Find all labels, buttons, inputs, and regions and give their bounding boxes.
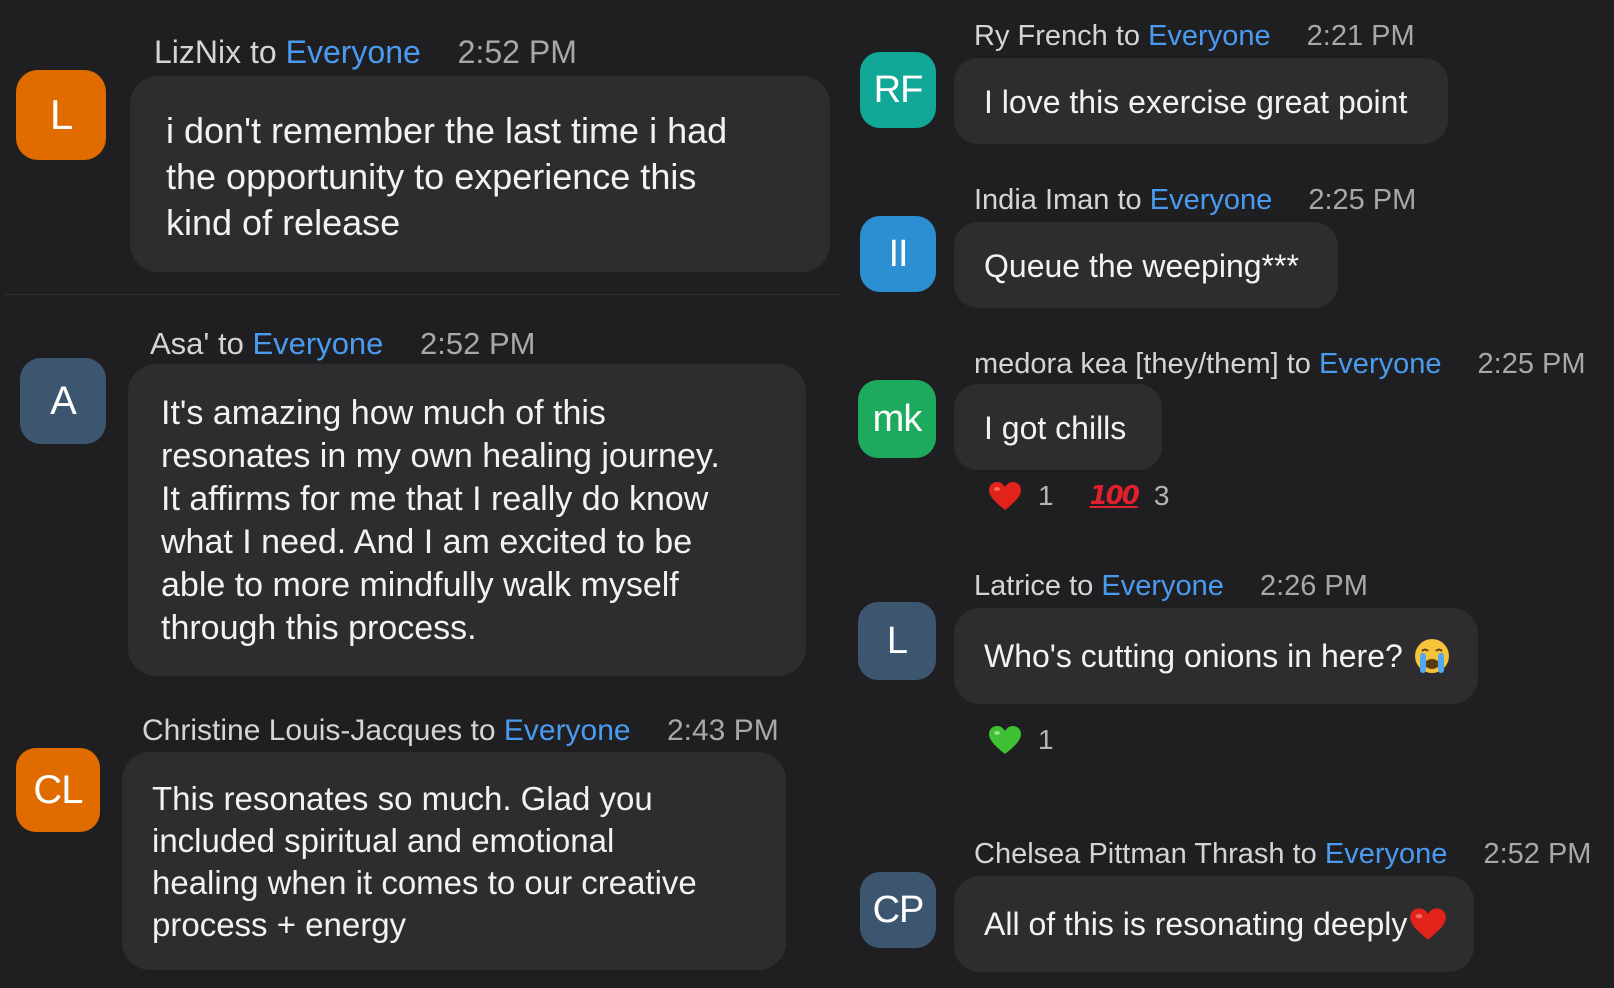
message-bubble[interactable]: I got chills bbox=[954, 384, 1162, 470]
timestamp: 2:25 PM bbox=[1477, 348, 1586, 380]
right-chat-panel: RF Ry French to Everyone 2:21 PM I love … bbox=[842, 0, 1614, 988]
recipient-everyone[interactable]: Everyone bbox=[1325, 838, 1448, 870]
chat-message: L LizNix to Everyone 2:52 PM i don't rem… bbox=[0, 0, 842, 292]
message-bubble[interactable]: I love this exercise great point bbox=[954, 58, 1448, 144]
message-text: It's amazing how much of this resonates … bbox=[161, 394, 720, 647]
sender-name: Asa' bbox=[150, 326, 210, 361]
to-label: to bbox=[1117, 184, 1142, 216]
timestamp: 2:26 PM bbox=[1259, 570, 1368, 602]
hundred-points-icon: 100 bbox=[1089, 481, 1140, 511]
avatar[interactable]: mk bbox=[858, 380, 936, 458]
message-text: Who's cutting onions in here? bbox=[984, 638, 1403, 674]
message-text: I got chills bbox=[984, 410, 1127, 446]
sender-name: Ry French bbox=[974, 20, 1108, 52]
recipient-everyone[interactable]: Everyone bbox=[504, 714, 631, 747]
message-bubble[interactable]: All of this is resonating deeply bbox=[954, 876, 1474, 972]
avatar[interactable]: CP bbox=[860, 872, 936, 948]
message-text: All of this is resonating deeply bbox=[984, 906, 1408, 942]
message-bubble[interactable]: i don't remember the last time i had the… bbox=[130, 76, 830, 272]
sender-name: Chelsea Pittman Thrash bbox=[974, 838, 1285, 870]
message-header: medora kea [they/them] to Everyone 2:25 … bbox=[974, 348, 1586, 381]
to-label: to bbox=[1286, 348, 1311, 380]
avatar[interactable]: A bbox=[20, 358, 106, 444]
chat-message: A Asa' to Everyone 2:52 PM It's amazing … bbox=[0, 296, 842, 702]
message-header: LizNix to Everyone 2:52 PM bbox=[154, 34, 577, 71]
green-heart-icon bbox=[989, 726, 1021, 754]
avatar[interactable]: II bbox=[860, 216, 936, 292]
sender-name: Christine Louis-Jacques bbox=[142, 714, 463, 747]
to-label: to bbox=[1292, 838, 1317, 870]
reaction-count: 3 bbox=[1153, 480, 1170, 511]
reaction-count: 1 bbox=[1038, 724, 1054, 755]
loudly-crying-face-icon bbox=[1414, 639, 1449, 673]
chat-message: CP Chelsea Pittman Thrash to Everyone 2:… bbox=[842, 808, 1614, 988]
message-text: This resonates so much. Glad you include… bbox=[152, 780, 697, 943]
avatar[interactable]: CL bbox=[16, 748, 100, 832]
message-bubble[interactable]: Who's cutting onions in here? bbox=[954, 608, 1478, 704]
red-heart-icon bbox=[989, 482, 1021, 510]
message-text-row: All of this is resonating deeply bbox=[984, 904, 1447, 944]
message-header: Latrice to Everyone 2:26 PM bbox=[974, 570, 1368, 603]
recipient-everyone[interactable]: Everyone bbox=[1101, 570, 1224, 602]
timestamp: 2:52 PM bbox=[420, 326, 536, 361]
message-text: i don't remember the last time i had the… bbox=[166, 110, 728, 243]
sender-name: India Iman bbox=[974, 184, 1110, 216]
message-header: Christine Louis-Jacques to Everyone 2:43… bbox=[142, 714, 779, 748]
sender-name: medora kea [they/them] bbox=[974, 348, 1279, 380]
reaction-green-heart[interactable]: 1 bbox=[988, 724, 1054, 756]
to-label: to bbox=[470, 714, 496, 747]
avatar[interactable]: L bbox=[858, 602, 936, 680]
recipient-everyone[interactable]: Everyone bbox=[1150, 184, 1273, 216]
avatar[interactable]: L bbox=[16, 70, 106, 160]
reactions: 1 bbox=[988, 724, 1054, 756]
reaction-hundred-points[interactable]: 100 3 bbox=[1090, 480, 1170, 512]
timestamp: 2:52 PM bbox=[457, 34, 577, 70]
timestamp: 2:25 PM bbox=[1308, 184, 1417, 216]
chat-message: II India Iman to Everyone 2:25 PM Queue … bbox=[842, 160, 1614, 320]
avatar[interactable]: RF bbox=[860, 52, 936, 128]
divider bbox=[4, 294, 842, 295]
message-header: Ry French to Everyone 2:21 PM bbox=[974, 20, 1415, 53]
recipient-everyone[interactable]: Everyone bbox=[252, 326, 383, 361]
timestamp: 2:52 PM bbox=[1483, 838, 1592, 870]
sender-name: LizNix bbox=[154, 34, 242, 70]
message-header: Chelsea Pittman Thrash to Everyone 2:52 … bbox=[974, 838, 1591, 871]
to-label: to bbox=[1069, 570, 1094, 602]
message-text-row: Who's cutting onions in here? bbox=[984, 636, 1451, 676]
message-text: I love this exercise great point bbox=[984, 84, 1408, 120]
to-label: to bbox=[250, 34, 277, 70]
red-heart-icon bbox=[1410, 908, 1447, 940]
recipient-everyone[interactable]: Everyone bbox=[1319, 348, 1442, 380]
reactions: 1 100 3 bbox=[988, 480, 1169, 512]
to-label: to bbox=[217, 326, 244, 361]
message-text: Queue the weeping*** bbox=[984, 248, 1299, 284]
reaction-red-heart[interactable]: 1 bbox=[988, 480, 1054, 512]
left-chat-panel: L LizNix to Everyone 2:52 PM i don't rem… bbox=[0, 0, 842, 988]
message-bubble[interactable]: Queue the weeping*** bbox=[954, 222, 1338, 308]
message-bubble[interactable]: It's amazing how much of this resonates … bbox=[128, 364, 806, 676]
recipient-everyone[interactable]: Everyone bbox=[286, 34, 421, 70]
reaction-count: 1 bbox=[1038, 480, 1054, 511]
chat-message: L Latrice to Everyone 2:26 PM Who's cutt… bbox=[842, 562, 1614, 806]
recipient-everyone[interactable]: Everyone bbox=[1148, 20, 1271, 52]
sender-name: Latrice bbox=[974, 570, 1062, 602]
message-header: India Iman to Everyone 2:25 PM bbox=[974, 184, 1416, 217]
chat-message: mk medora kea [they/them] to Everyone 2:… bbox=[842, 330, 1614, 570]
chat-message: RF Ry French to Everyone 2:21 PM I love … bbox=[842, 0, 1614, 160]
to-label: to bbox=[1115, 20, 1141, 52]
timestamp: 2:43 PM bbox=[666, 714, 779, 747]
chat-message: CL Christine Louis-Jacques to Everyone 2… bbox=[0, 702, 842, 988]
message-bubble[interactable]: This resonates so much. Glad you include… bbox=[122, 752, 786, 970]
timestamp: 2:21 PM bbox=[1306, 20, 1415, 52]
message-header: Asa' to Everyone 2:52 PM bbox=[150, 326, 536, 362]
